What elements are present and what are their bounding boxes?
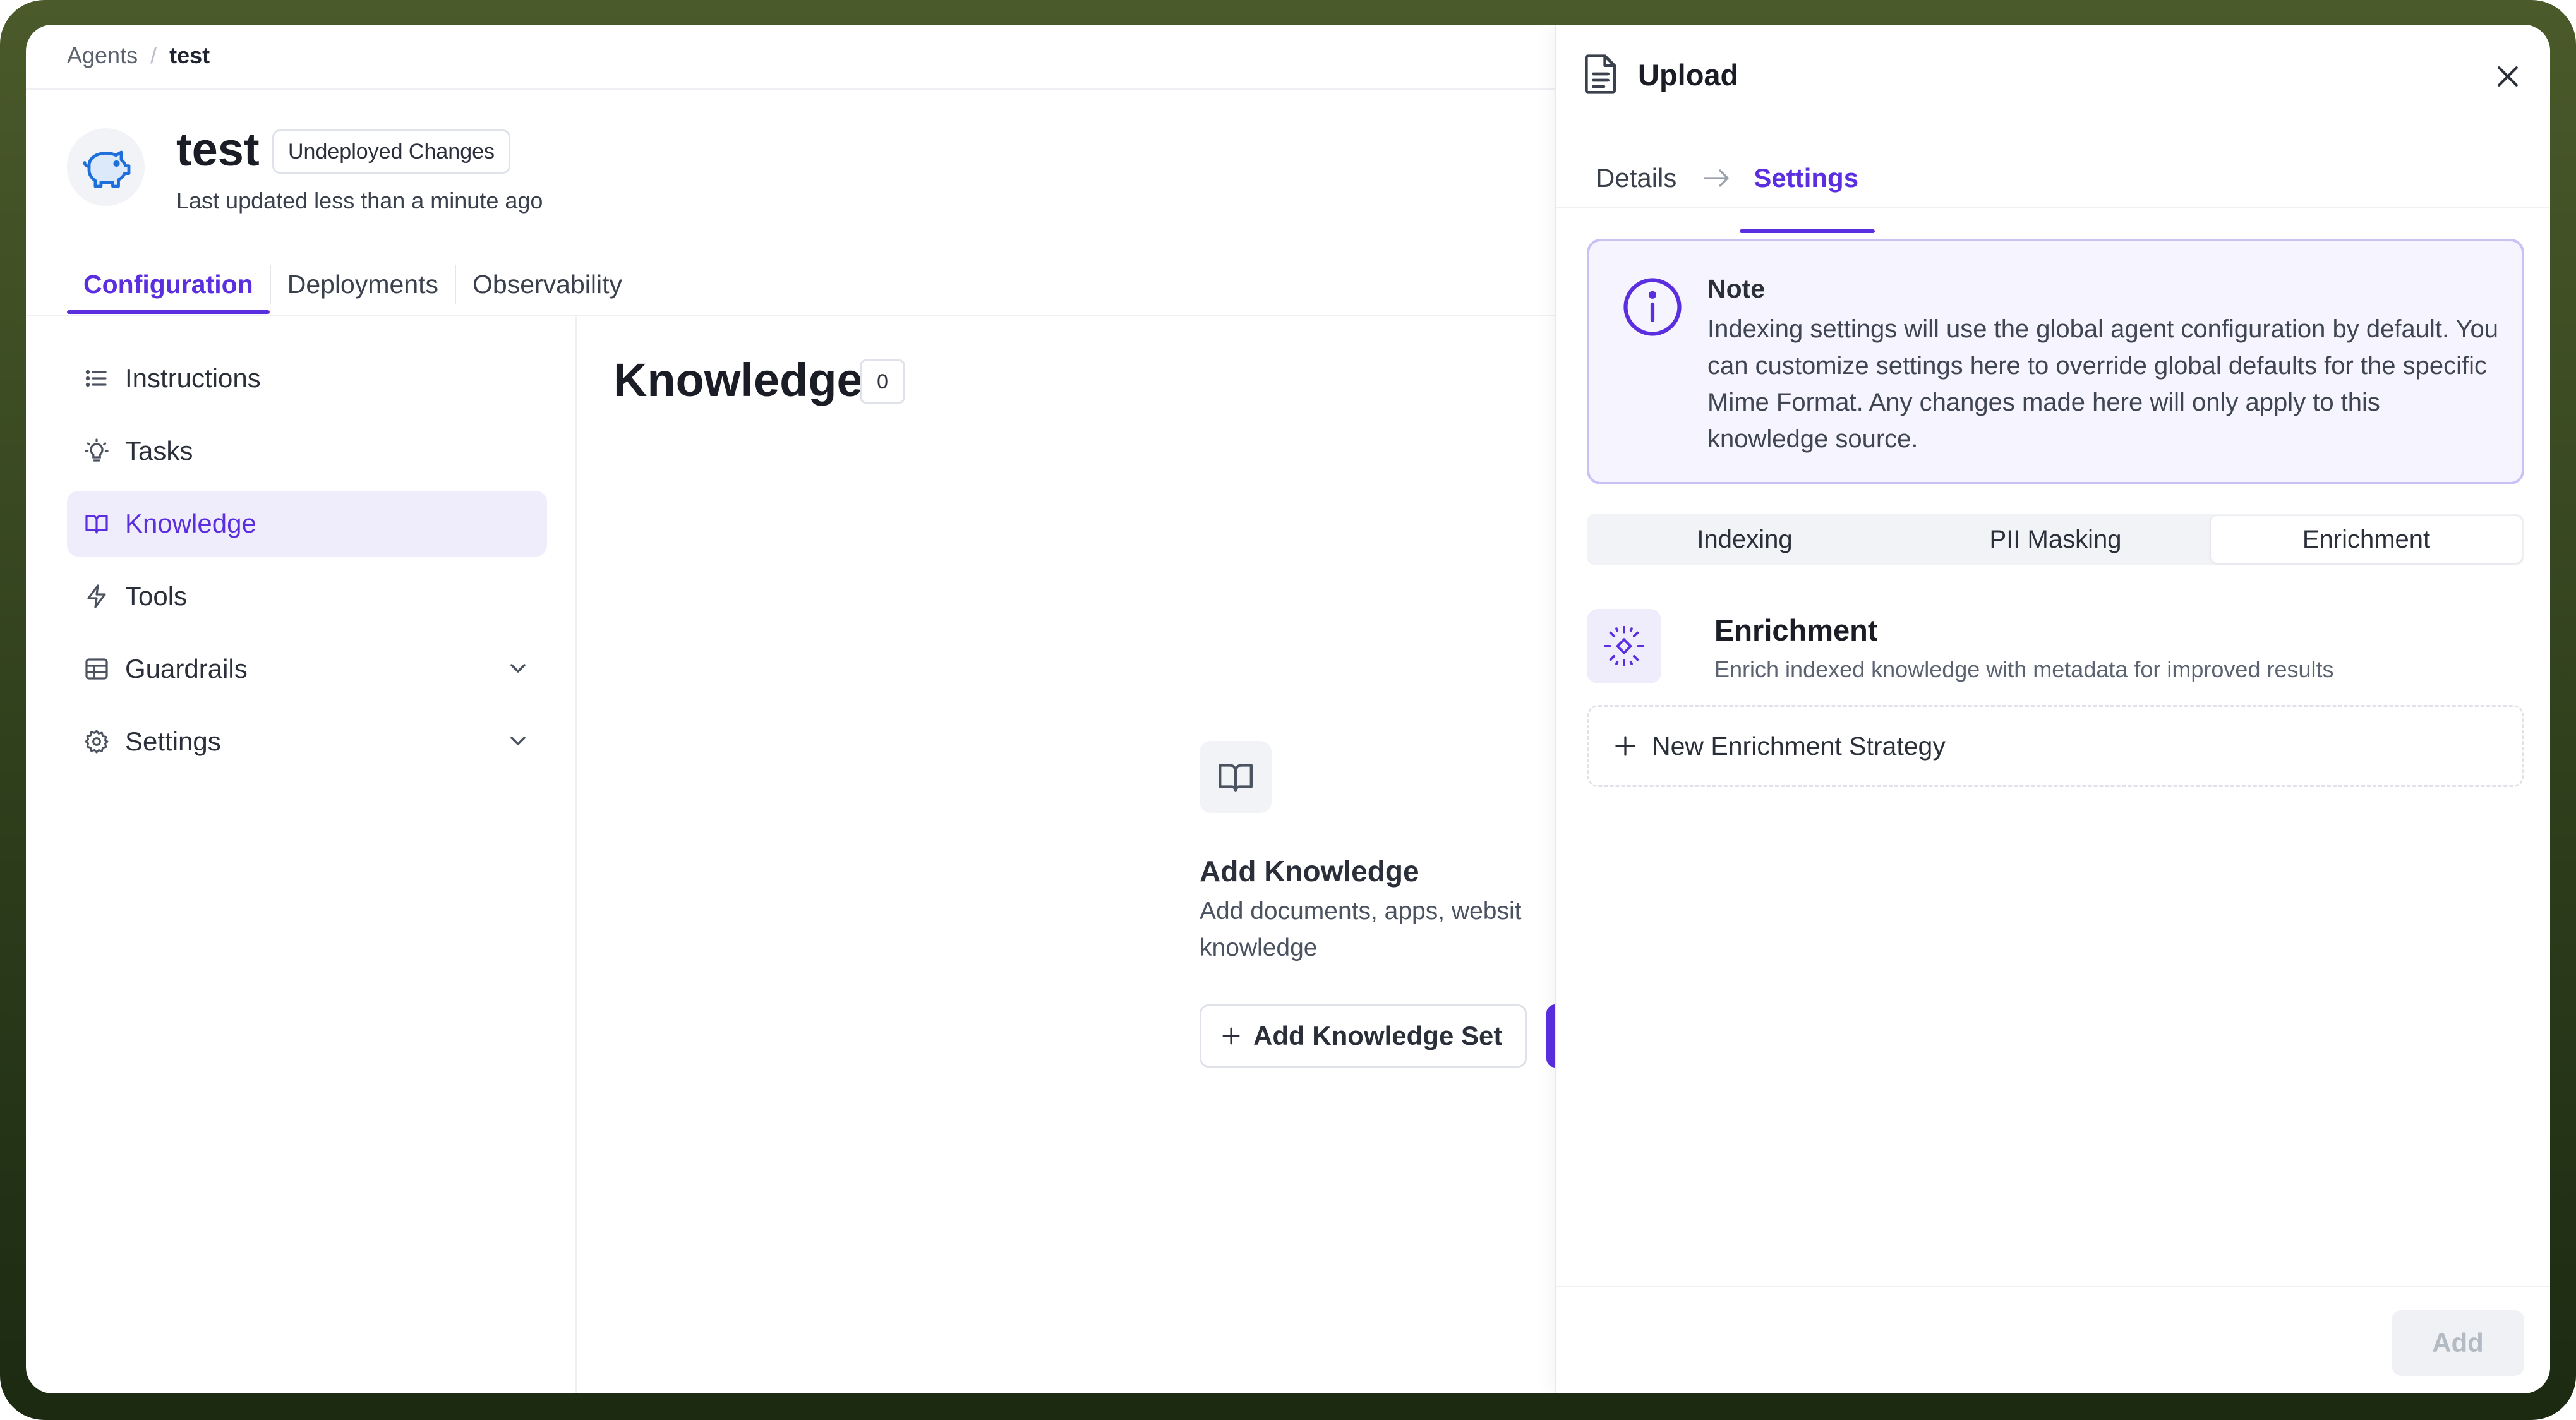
gear-icon (83, 728, 111, 755)
breadcrumb-current: test (169, 42, 210, 68)
sidebar-item-label: Tools (125, 581, 188, 611)
segment-pii-masking[interactable]: PII Masking (1900, 516, 2211, 563)
desktop-frame: Agents / test test Undeployed Changes La… (0, 0, 2576, 1420)
tab-observability[interactable]: Observability (456, 257, 639, 311)
agent-name: test (176, 123, 260, 176)
sidebar-item-tasks[interactable]: Tasks (67, 418, 547, 484)
note-body: Indexing settings will use the global ag… (1707, 315, 2498, 453)
last-updated-text: Last updated less than a minute ago (176, 188, 543, 214)
list-icon (83, 364, 111, 392)
piggy-bank-icon (83, 150, 130, 188)
tab-deployments[interactable]: Deployments (271, 257, 455, 311)
sidebar-divider (575, 316, 577, 1393)
new-enrichment-strategy-label: New Enrichment Strategy (1652, 731, 1946, 761)
info-note: Note Indexing settings will use the glob… (1587, 239, 2524, 484)
plus-icon (1615, 736, 1635, 756)
lightning-icon (83, 582, 111, 610)
document-icon (1582, 52, 1620, 99)
sidebar: Instructions Tasks Knowledge Tools Guard… (67, 346, 547, 781)
segment-indexing[interactable]: Indexing (1589, 516, 1900, 563)
step-details[interactable]: Details (1582, 151, 1693, 205)
empty-state-icon (1200, 741, 1272, 813)
step-settings[interactable]: Settings (1740, 151, 1875, 233)
breadcrumb: Agents / test (67, 42, 210, 69)
sidebar-item-label: Settings (125, 726, 221, 756)
page-title: Knowledge (613, 354, 863, 406)
sidebar-item-instructions[interactable]: Instructions (67, 346, 547, 411)
upload-drawer: Upload Details Settings Note Indexing se… (1555, 25, 2550, 1393)
chevron-down-icon[interactable] (505, 655, 531, 687)
status-badge: Undeployed Changes (272, 129, 511, 174)
enrichment-description: Enrich indexed knowledge with metadata f… (1714, 656, 2334, 682)
add-knowledge-set-label: Add Knowledge Set (1253, 1021, 1503, 1050)
sidebar-item-label: Guardrails (125, 654, 248, 683)
add-button[interactable]: Add (2392, 1310, 2524, 1376)
drawer-title: Upload (1638, 58, 1739, 92)
close-icon[interactable] (2491, 60, 2524, 93)
info-icon (1621, 275, 1684, 342)
note-title: Note (1707, 274, 1766, 303)
drawer-header: Upload (1556, 25, 2550, 102)
empty-state-title: Add Knowledge (1200, 855, 1419, 888)
chevron-down-icon[interactable] (505, 728, 531, 759)
sidebar-item-label: Tasks (125, 436, 193, 466)
tabs-divider (26, 315, 1555, 316)
settings-segmented-control: Indexing PII Masking Enrichment (1587, 514, 2524, 565)
new-enrichment-strategy-button[interactable]: New Enrichment Strategy (1587, 705, 2524, 787)
lightbulb-icon (83, 437, 111, 465)
empty-state-description: Add documents, apps, websit knowledge (1200, 898, 1522, 961)
segment-enrichment[interactable]: Enrichment (2211, 516, 2522, 563)
enrichment-icon (1587, 609, 1661, 683)
sidebar-item-settings[interactable]: Settings (67, 709, 547, 774)
add-knowledge-set-button[interactable]: Add Knowledge Set (1200, 1004, 1527, 1068)
enrichment-title: Enrichment (1714, 613, 1878, 647)
breadcrumb-agents-link[interactable]: Agents (67, 42, 138, 69)
plus-icon (1222, 1027, 1240, 1045)
steps-divider (1556, 207, 2550, 208)
sidebar-item-tools[interactable]: Tools (67, 563, 547, 629)
header-divider (26, 88, 1555, 90)
drawer-footer-divider (1556, 1286, 2550, 1287)
book-open-icon (83, 510, 111, 538)
book-open-icon (1219, 764, 1253, 792)
sidebar-item-guardrails[interactable]: Guardrails (67, 636, 547, 702)
agent-avatar (67, 128, 145, 206)
sidebar-item-label: Instructions (125, 363, 261, 393)
sidebar-item-label: Knowledge (125, 508, 256, 538)
table-icon (83, 655, 111, 683)
wizard-steps: Details Settings (1582, 151, 1875, 233)
arrow-right-icon (1700, 165, 1732, 191)
tab-configuration[interactable]: Configuration (67, 257, 270, 314)
count-badge: 0 (860, 359, 905, 404)
app-window: Agents / test test Undeployed Changes La… (26, 25, 2550, 1393)
sidebar-item-knowledge[interactable]: Knowledge (67, 491, 547, 557)
main-tabs: Configuration Deployments Observability (67, 257, 639, 314)
breadcrumb-separator: / (150, 42, 157, 68)
